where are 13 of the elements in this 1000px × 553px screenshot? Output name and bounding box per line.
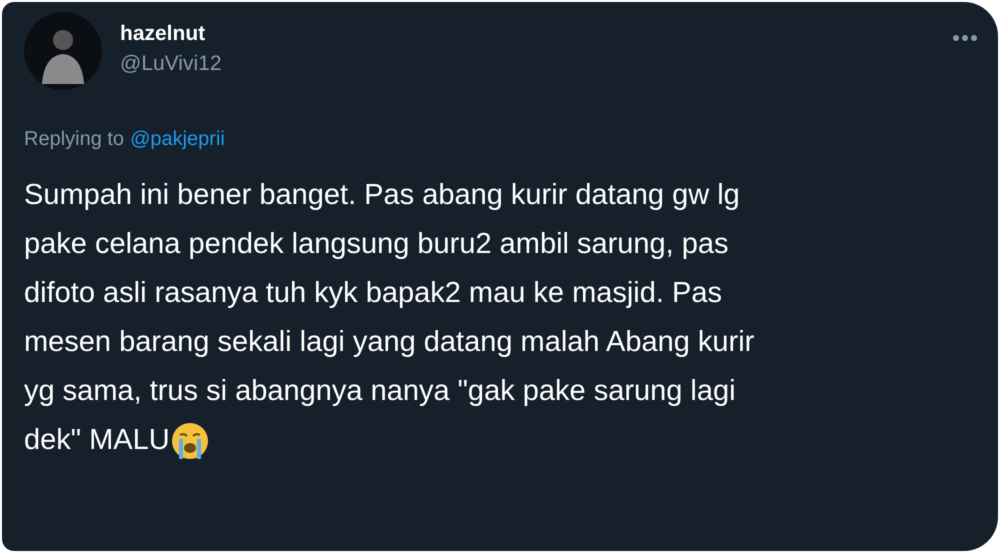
tweet-text-line: yg sama, trus si abangnya nanya "gak pake sarung lagi bbox=[24, 374, 736, 409]
avatar[interactable] bbox=[24, 12, 102, 90]
tweet-text-line: mesen barang sekali lagi yang datang malah Abang kurir bbox=[24, 325, 754, 360]
user-handle: @LuVivi12 bbox=[120, 52, 222, 76]
display-name: hazelnut bbox=[120, 22, 206, 46]
tweet-text-line: Sumpah ini bener banget. Pas abang kurir datang gw lg bbox=[24, 178, 740, 213]
tweet-text-line: dek" MALU bbox=[24, 423, 170, 458]
crying-face-icon bbox=[170, 420, 210, 460]
tweet-text-line: difoto asli rasanya tuh kyk bapak2 mau ke masjid. Pas bbox=[24, 276, 722, 311]
replying-to-label: Replying to bbox=[24, 128, 124, 151]
tweet-text-line: pake celana pendek langsung buru2 ambil sarung, pas bbox=[24, 227, 729, 262]
more-options-icon[interactable] bbox=[952, 34, 978, 42]
reply-mention-link[interactable]: @pakjeprii bbox=[130, 128, 225, 151]
